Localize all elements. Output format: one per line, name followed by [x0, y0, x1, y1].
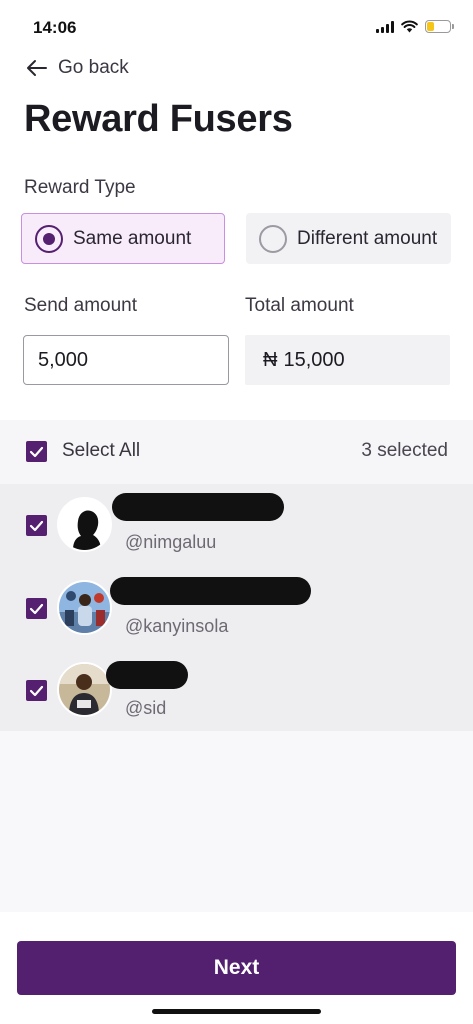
- user-handle: @sid: [125, 698, 167, 718]
- avatar: [57, 497, 112, 552]
- redacted-name: [112, 493, 284, 521]
- send-amount-label: Send amount: [24, 295, 138, 316]
- user-checkbox[interactable]: [26, 680, 47, 701]
- redacted-name: [106, 661, 188, 689]
- different-amount-option[interactable]: Different amount: [246, 213, 451, 264]
- status-time: 14:06: [33, 18, 77, 37]
- send-amount-input[interactable]: [23, 335, 229, 385]
- naira-currency-icon: ₦: [263, 348, 278, 371]
- users-list: @nimgaluu @kanyinsola @sid: [0, 484, 473, 731]
- select-all-label: Select All: [62, 440, 141, 461]
- radio-selected-icon: [35, 224, 63, 253]
- total-amount-display: ₦ 15,000: [245, 335, 450, 385]
- select-all-checkbox[interactable]: [26, 441, 47, 462]
- checkmark-icon: [29, 520, 44, 531]
- wifi-icon: [401, 20, 418, 33]
- reward-type-label: Reward Type: [24, 177, 136, 198]
- home-indicator: [152, 1009, 321, 1014]
- checkmark-icon: [29, 446, 44, 457]
- same-amount-label: Same amount: [73, 227, 192, 249]
- list-item[interactable]: @nimgaluu: [0, 484, 473, 566]
- go-back-label: Go back: [58, 57, 129, 78]
- status-bar: 14:06: [0, 0, 473, 52]
- user-handle: @kanyinsola: [125, 616, 229, 636]
- arrow-left-icon: [27, 60, 47, 76]
- avatar: [57, 662, 112, 717]
- recipients-list: Select All 3 selected @nimgaluu @kanyins…: [0, 420, 473, 912]
- status-icons: [376, 20, 454, 33]
- user-checkbox[interactable]: [26, 515, 47, 536]
- total-amount-label: Total amount: [245, 295, 354, 316]
- checkmark-icon: [29, 603, 44, 614]
- go-back-button[interactable]: Go back: [26, 57, 129, 79]
- user-handle: @nimgaluu: [125, 532, 217, 552]
- radio-unselected-icon: [259, 224, 287, 253]
- list-item[interactable]: @sid: [0, 648, 473, 730]
- battery-icon: [425, 20, 454, 33]
- cellular-signal-icon: [376, 20, 394, 33]
- list-item[interactable]: @kanyinsola: [0, 566, 473, 648]
- avatar: [57, 580, 112, 635]
- select-all-row[interactable]: Select All 3 selected: [0, 420, 473, 484]
- redacted-name: [110, 577, 311, 605]
- user-checkbox[interactable]: [26, 598, 47, 619]
- page-title: Reward Fusers: [24, 98, 293, 140]
- next-button[interactable]: Next: [17, 941, 456, 995]
- same-amount-option[interactable]: Same amount: [21, 213, 225, 264]
- selected-count: 3 selected: [361, 440, 448, 461]
- different-amount-label: Different amount: [297, 227, 438, 249]
- checkmark-icon: [29, 685, 44, 696]
- total-amount-value: 15,000: [283, 348, 345, 371]
